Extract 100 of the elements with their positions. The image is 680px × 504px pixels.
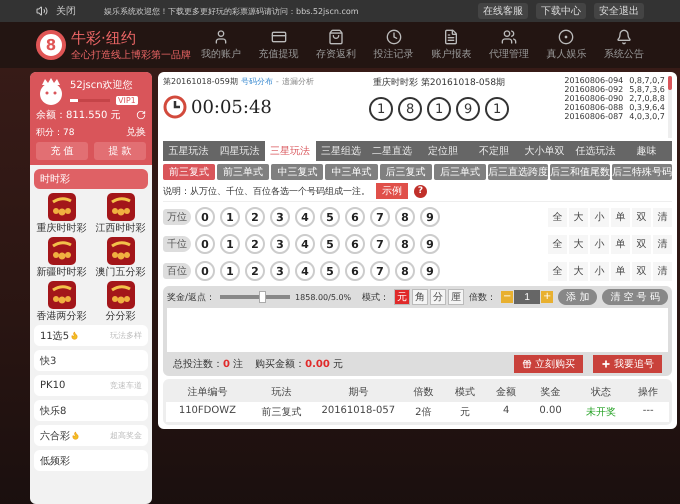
play-tab[interactable]: 趣味 [621, 141, 672, 161]
nav-item[interactable]: 我的账户 [201, 29, 241, 61]
category-item[interactable]: 快乐8 [34, 400, 148, 421]
digit-ball[interactable]: 3 [270, 234, 290, 254]
digit-ball[interactable]: 8 [395, 261, 415, 281]
play-tab[interactable]: 不定胆 [468, 141, 520, 161]
quick-select-button[interactable]: 全 [548, 262, 567, 280]
subtab[interactable]: 后三复式 [380, 164, 432, 180]
play-tab[interactable]: 三星组选 [316, 141, 367, 161]
digit-ball[interactable]: 9 [420, 207, 440, 227]
category-item[interactable]: PK10 竞速车道 [34, 375, 148, 396]
nav-item[interactable]: 系统公告 [604, 29, 644, 61]
play-tab[interactable]: 五星玩法 [163, 141, 214, 161]
quick-select-button[interactable]: 单 [610, 208, 630, 226]
mode-button[interactable]: 厘 [448, 289, 464, 305]
mode-button[interactable]: 分 [430, 289, 446, 305]
quick-select-button[interactable]: 单 [610, 234, 630, 254]
nav-item[interactable]: 代理管理 [488, 29, 529, 61]
game-tile[interactable]: 香港两分彩 [32, 281, 91, 323]
digit-ball[interactable]: 8 [395, 207, 415, 227]
nav-item[interactable]: 投注记录 [374, 29, 414, 61]
top-link[interactable]: 下载中心 [536, 3, 586, 19]
subtab[interactable]: 后三和值尾数 [550, 164, 610, 180]
play-tab[interactable]: 四星玩法 [214, 141, 265, 161]
nav-item[interactable]: 账户报表 [431, 29, 472, 61]
digit-ball[interactable]: 5 [320, 261, 340, 281]
digit-ball[interactable]: 1 [220, 207, 240, 227]
subtab[interactable]: 后三特殊号码 [612, 164, 672, 180]
quick-select-button[interactable]: 双 [632, 208, 651, 226]
digit-ball[interactable]: 9 [420, 261, 440, 281]
nav-item[interactable]: 存资返利 [316, 29, 356, 61]
digit-ball[interactable]: 0 [195, 207, 215, 227]
digit-ball[interactable]: 0 [195, 261, 215, 281]
digit-ball[interactable]: 6 [345, 261, 365, 281]
quick-select-button[interactable]: 小 [590, 208, 609, 226]
analysis-link[interactable]: 遗漏分析 [282, 76, 314, 87]
mode-button[interactable]: 元 [394, 289, 410, 305]
digit-ball[interactable]: 7 [370, 234, 390, 254]
digit-ball[interactable]: 8 [395, 234, 415, 254]
subtab[interactable]: 前三复式 [163, 164, 216, 180]
quick-select-button[interactable]: 小 [590, 234, 609, 254]
quick-select-button[interactable]: 全 [548, 208, 567, 226]
quick-select-button[interactable]: 大 [568, 262, 588, 280]
mode-button[interactable]: 角 [412, 289, 428, 305]
digit-ball[interactable]: 3 [270, 261, 290, 281]
sound-toggle[interactable]: 关闭 [56, 4, 76, 18]
quick-select-button[interactable]: 双 [632, 262, 651, 280]
digit-ball[interactable]: 7 [370, 261, 390, 281]
game-tile[interactable]: 分分彩 [91, 281, 150, 323]
quick-select-button[interactable]: 小 [590, 262, 609, 280]
play-tab[interactable]: 大小单双 [519, 141, 570, 161]
quick-select-button[interactable]: 清 [652, 262, 672, 280]
digit-ball[interactable]: 2 [245, 234, 265, 254]
play-tab[interactable]: 二星直选 [366, 141, 418, 161]
digit-ball[interactable]: 1 [220, 261, 240, 281]
digit-ball[interactable]: 6 [345, 207, 365, 227]
scrollbar-thumb[interactable] [668, 76, 672, 90]
nav-item[interactable]: 充值提现 [258, 29, 299, 61]
subtab[interactable]: 前三单式 [217, 164, 270, 180]
nav-item[interactable]: 真人娱乐 [546, 29, 586, 61]
quick-select-button[interactable]: 单 [610, 262, 630, 280]
category-item[interactable]: 低频彩 [34, 450, 148, 471]
game-tile[interactable]: 江西时时彩 [91, 193, 150, 235]
clear-button[interactable]: 清 空 号 码 [602, 289, 668, 305]
game-tile[interactable]: 重庆时时彩 [32, 193, 91, 235]
example-button[interactable]: 示例 [376, 183, 408, 199]
quick-select-button[interactable]: 大 [568, 234, 588, 254]
add-button[interactable]: 添 加 [558, 289, 598, 305]
quick-select-button[interactable]: 清 [652, 208, 672, 226]
refresh-icon[interactable] [136, 110, 146, 120]
digit-ball[interactable]: 1 [220, 234, 240, 254]
help-button[interactable]: ? [414, 184, 427, 198]
digit-ball[interactable]: 9 [420, 234, 440, 254]
play-tab[interactable]: 定位胆 [417, 141, 468, 161]
digit-ball[interactable]: 0 [195, 234, 215, 254]
top-link[interactable]: 安全退出 [594, 3, 644, 19]
game-tile[interactable]: 新疆时时彩 [32, 237, 91, 279]
digit-ball[interactable]: 7 [370, 207, 390, 227]
chase-button[interactable]: 我要追号 [592, 355, 662, 373]
rebate-slider-thumb[interactable] [259, 291, 266, 303]
digit-ball[interactable]: 2 [245, 261, 265, 281]
play-tab[interactable]: 三星玩法 [264, 141, 316, 161]
quick-select-button[interactable]: 大 [568, 208, 588, 226]
digit-ball[interactable]: 5 [320, 234, 340, 254]
digit-ball[interactable]: 4 [295, 234, 315, 254]
digit-ball[interactable]: 6 [345, 234, 365, 254]
subtab[interactable]: 后三直选跨度 [488, 164, 548, 180]
game-tile[interactable]: 澳门五分彩 [91, 237, 150, 279]
subtab[interactable]: 中三单式 [325, 164, 378, 180]
multiple-field[interactable]: 1 [514, 290, 540, 304]
quick-select-button[interactable]: 双 [632, 234, 651, 254]
buy-button[interactable]: 立刻购买 [514, 355, 583, 373]
play-tab[interactable]: 任选玩法 [570, 141, 622, 161]
subtab[interactable]: 中三复式 [271, 164, 324, 180]
distribution-link[interactable]: 号码分布 [240, 76, 273, 87]
digit-ball[interactable]: 4 [295, 261, 315, 281]
digit-ball[interactable]: 4 [295, 207, 315, 227]
exchange-link[interactable]: 兑换 [126, 125, 146, 139]
top-link[interactable]: 在线客服 [478, 3, 528, 19]
quick-select-button[interactable]: 清 [652, 234, 672, 254]
